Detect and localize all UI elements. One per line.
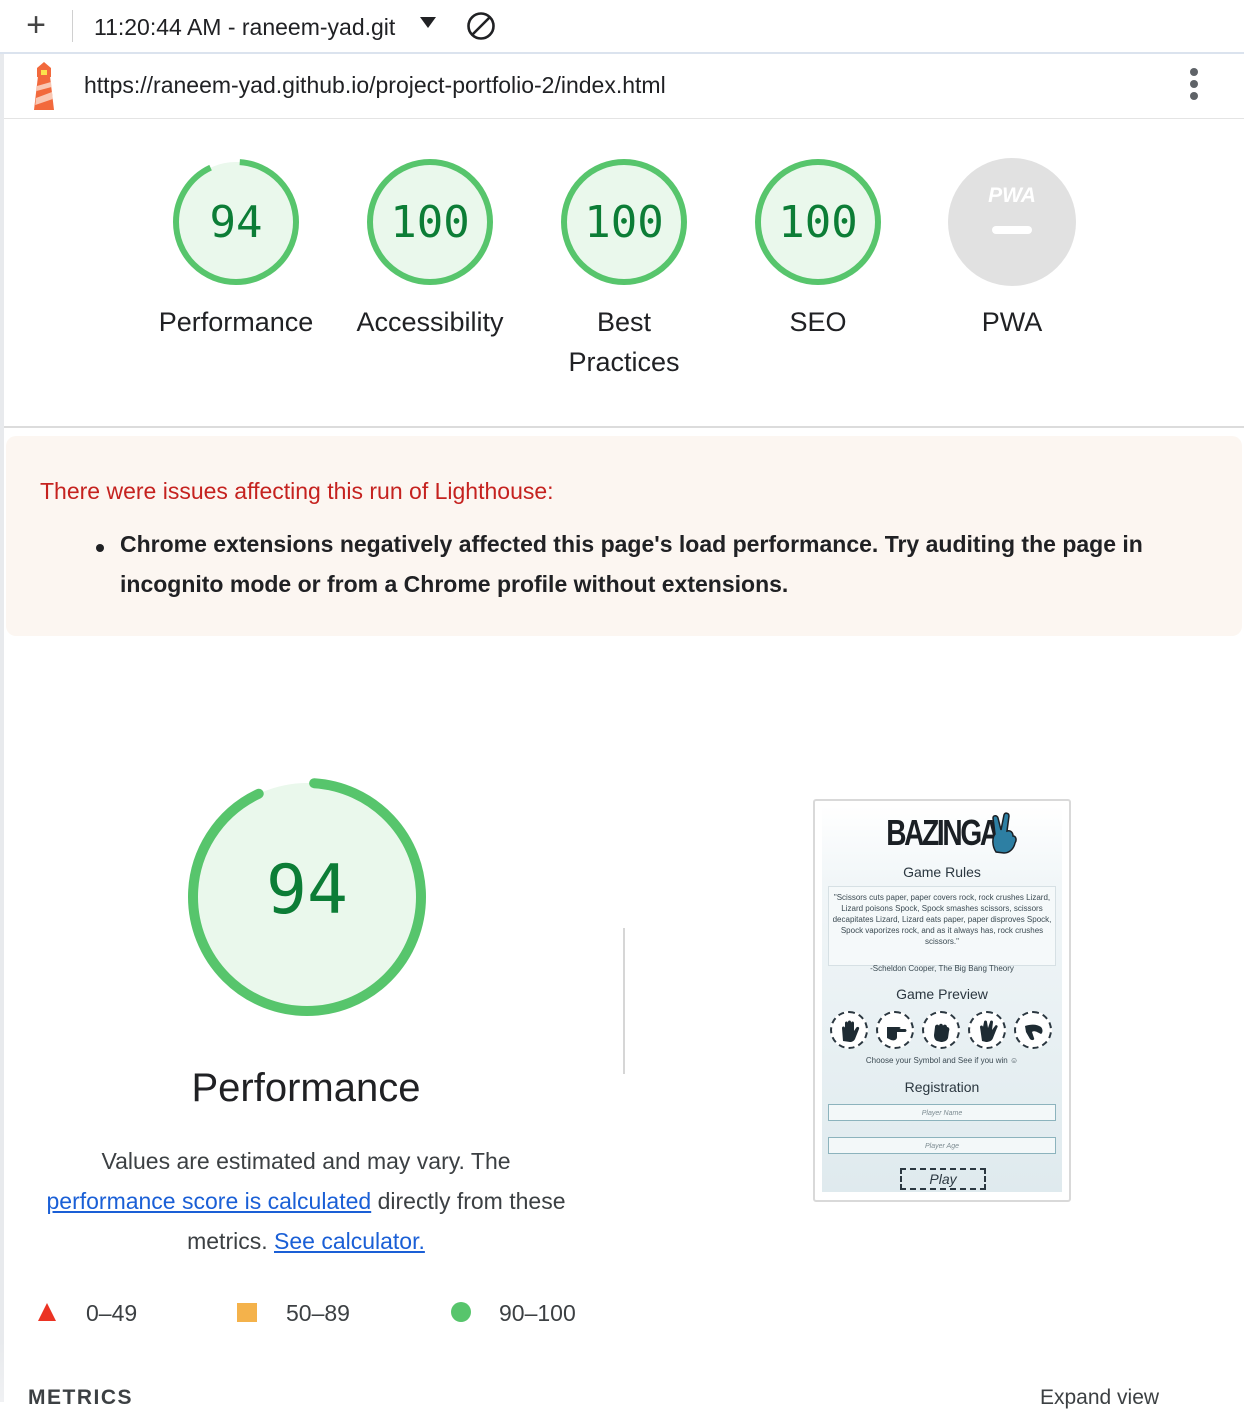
caret-down-icon[interactable] — [420, 17, 436, 28]
gauge-label: Best Practices — [568, 307, 680, 377]
triangle-red-icon — [38, 1303, 56, 1321]
square-orange-icon — [237, 1303, 257, 1322]
kebab-icon[interactable] — [1186, 68, 1202, 104]
gauge-score: 94 — [210, 197, 263, 248]
gauge-best-practices[interactable]: 100 Best Practices — [524, 156, 724, 382]
report-selector[interactable]: 11:20:44 AM - raneem-yad.git — [94, 14, 395, 41]
gauge-ring: 100 — [755, 159, 881, 285]
gauge-seo[interactable]: 100 SEO — [718, 156, 918, 342]
gauge-ring: 94 — [173, 159, 299, 285]
header-divider — [4, 426, 1244, 428]
gauge-pwa[interactable]: PWA PWA — [912, 156, 1112, 342]
gauge-ring: 100 — [561, 159, 687, 285]
desc-text: Values are estimated and may vary. The — [101, 1148, 511, 1174]
block-icon[interactable] — [466, 11, 496, 41]
gauge-label: Performance — [158, 307, 314, 337]
rules-heading: Game Rules — [903, 864, 981, 880]
lighthouse-icon — [34, 62, 54, 110]
registration-heading: Registration — [904, 1079, 980, 1095]
rock-hand-icon — [922, 1011, 960, 1049]
preview-heading: Game Preview — [896, 986, 988, 1002]
performance-score: 94 — [266, 851, 348, 930]
game-hint: Choose your Symbol and See if you win ☺ — [865, 1056, 1019, 1065]
gauge-accessibility[interactable]: 100 Accessibility — [330, 156, 530, 342]
warning-item: Chrome extensions negatively affected th… — [120, 531, 1143, 597]
panel-edge — [0, 54, 4, 1402]
spock-hand-icon — [968, 1011, 1006, 1049]
legend-range-average: 50–89 — [286, 1300, 350, 1326]
rules-quote: "Scissors cuts paper, paper covers rock,… — [832, 893, 1052, 946]
performance-title: Performance — [191, 1066, 421, 1110]
toolbar-divider — [72, 10, 73, 42]
metrics-heading: METRICS — [28, 1386, 133, 1409]
see-calculator-link[interactable]: See calculator. — [274, 1228, 425, 1254]
circle-green-icon — [451, 1302, 471, 1322]
legend-range-fail: 0–49 — [86, 1300, 138, 1326]
player-name-field: Player Name — [828, 1104, 1056, 1121]
bullet-icon — [96, 544, 104, 552]
lizard-hand-icon — [1014, 1011, 1052, 1049]
warning-title: There were issues affecting this run of … — [40, 478, 554, 504]
dash-icon — [992, 226, 1032, 234]
peace-hand-icon — [992, 812, 1017, 854]
gauge-score: 100 — [390, 197, 469, 248]
gauge-ring: 100 — [367, 159, 493, 285]
plus-icon[interactable]: + — [22, 8, 50, 44]
expand-view-toggle[interactable]: Expand view — [1040, 1386, 1159, 1410]
screenshot-content: BAZINGA Game Rules "Scissors cuts paper,… — [822, 806, 1062, 1192]
legend-range-pass: 90–100 — [499, 1300, 576, 1326]
performance-gauge: 94 — [188, 778, 426, 1016]
quote-author: -Scheldon Cooper, The Big Bang Theory — [870, 964, 1014, 973]
player-age-field: Player Age — [828, 1137, 1056, 1154]
performance-description: Values are estimated and may vary. The p… — [20, 1141, 592, 1261]
page-url: https://raneem-yad.github.io/project-por… — [84, 72, 666, 98]
gauge-label: SEO — [789, 307, 847, 337]
gauge-label: Accessibility — [356, 307, 504, 337]
gauge-score: 100 — [584, 197, 663, 248]
pwa-badge: PWA — [948, 158, 1076, 286]
gauge-label: PWA — [981, 307, 1043, 337]
section-divider — [623, 928, 625, 1074]
score-calculated-link[interactable]: performance score is calculated — [46, 1188, 371, 1214]
scissors-hand-icon — [876, 1011, 914, 1049]
gauge-score: 100 — [778, 197, 857, 248]
gauge-performance[interactable]: 94 Performance — [136, 156, 336, 342]
paper-hand-icon — [830, 1011, 868, 1049]
play-button: Play — [900, 1168, 986, 1190]
pwa-badge-text: PWA — [988, 184, 1036, 207]
